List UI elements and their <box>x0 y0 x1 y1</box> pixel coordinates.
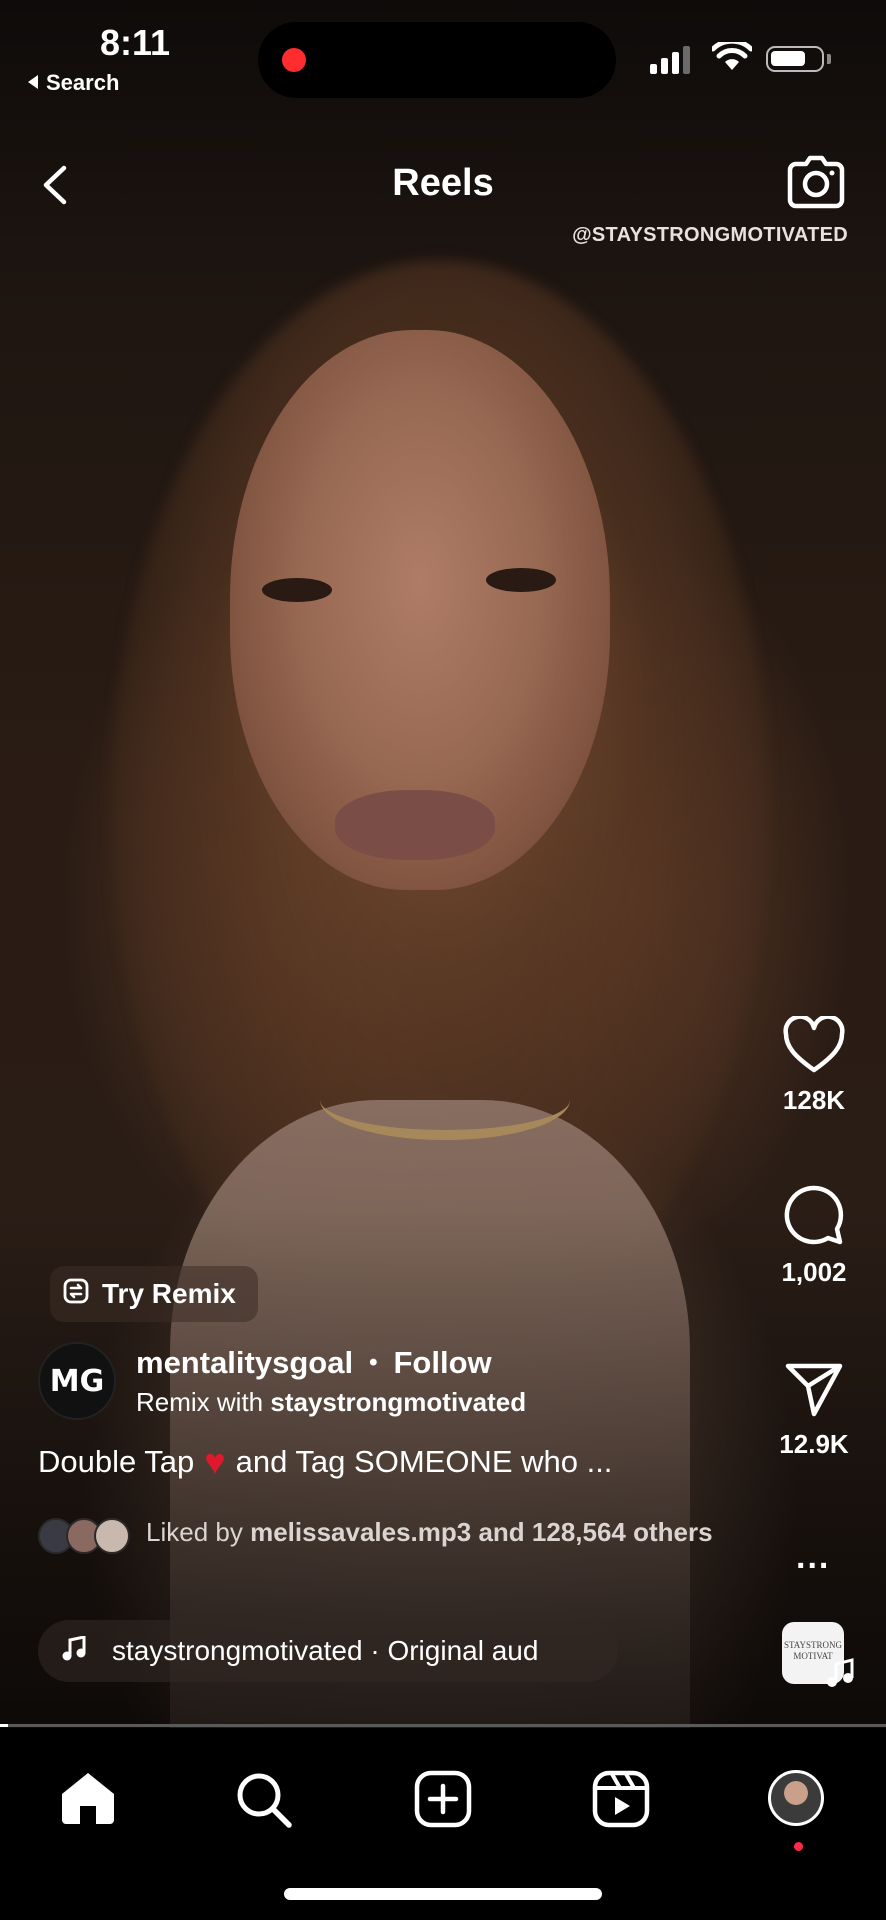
video-progress-bar[interactable] <box>0 1724 886 1727</box>
comment-action[interactable]: 1,002 <box>770 1184 858 1288</box>
send-icon[interactable] <box>770 1360 858 1423</box>
remix-icon <box>62 1277 90 1312</box>
liked-prefix: Liked by <box>146 1517 251 1547</box>
liker-avatars <box>38 1518 130 1554</box>
camera-button[interactable] <box>786 154 846 210</box>
comments-count: 1,002 <box>781 1257 847 1287</box>
post-caption[interactable]: Double Tap ♥ and Tag SOMEONE who ... <box>38 1444 612 1480</box>
battery-icon <box>766 46 824 72</box>
author-avatar[interactable]: MG <box>38 1342 116 1420</box>
back-to-app-link[interactable]: Search <box>26 70 119 96</box>
comment-icon[interactable] <box>770 1184 858 1251</box>
audio-track-label: staystrongmotivated · Original aud <box>112 1635 539 1666</box>
reels-screen: 8:11 Search Reels @STAYSTRONGMOTIVATED 1… <box>0 0 886 1920</box>
right-eye-shape <box>486 568 556 592</box>
author-username[interactable]: mentalitysgoal <box>136 1345 353 1381</box>
left-eye-shape <box>262 578 332 602</box>
status-time: 8:11 <box>100 22 171 63</box>
battery-tip <box>827 54 831 64</box>
recording-indicator-icon <box>282 48 306 72</box>
profile-avatar <box>768 1770 824 1826</box>
video-watermark: @STAYSTRONGMOTIVATED <box>572 224 848 246</box>
back-app-label: Search <box>46 70 120 95</box>
try-remix-label: Try Remix <box>102 1278 236 1309</box>
caption-end: and Tag SOMEONE who ... <box>235 1444 613 1479</box>
back-triangle-icon <box>26 70 40 96</box>
liked-user[interactable]: melissavales.mp3 <box>250 1517 471 1547</box>
lips-shape <box>335 790 495 860</box>
nav-create[interactable] <box>414 1770 478 1834</box>
nav-reels[interactable] <box>592 1770 656 1834</box>
music-note-icon <box>62 1634 86 1667</box>
nav-home[interactable] <box>58 1770 122 1834</box>
notification-dot <box>794 1842 803 1851</box>
nav-search[interactable] <box>234 1770 298 1834</box>
home-indicator <box>284 1888 602 1900</box>
cellular-signal-icon <box>650 46 690 74</box>
separator-dot: • <box>369 1348 378 1376</box>
share-action[interactable]: 12.9K <box>770 1360 858 1460</box>
create-icon <box>414 1770 472 1832</box>
liked-by-text: Liked by melissavales.mp3 and 128,564 ot… <box>146 1516 726 1549</box>
remix-source-user[interactable]: staystrongmotivated <box>270 1387 526 1417</box>
nav-profile[interactable] <box>768 1770 832 1851</box>
shares-count: 12.9K <box>779 1429 849 1459</box>
video-progress-fill <box>0 1724 8 1727</box>
follow-button[interactable]: Follow <box>393 1345 491 1381</box>
liker-avatar <box>94 1518 130 1554</box>
audio-track-pill[interactable]: staystrongmotivated · Original aud <box>38 1620 618 1682</box>
dynamic-island <box>258 22 616 98</box>
page-title: Reels <box>392 162 494 204</box>
remix-with-label: Remix with <box>136 1386 271 1417</box>
reels-icon <box>592 1770 650 1832</box>
heart-icon[interactable] <box>770 1014 858 1079</box>
caption-start: Double Tap <box>38 1444 195 1479</box>
more-options-button[interactable]: ... <box>796 1538 830 1577</box>
wifi-icon <box>710 38 754 77</box>
liked-by-row[interactable]: Liked by melissavales.mp3 and 128,564 ot… <box>38 1516 726 1554</box>
search-icon <box>234 1773 294 1834</box>
post-author-row: MG mentalitysgoal • Follow Remix with st… <box>38 1342 526 1420</box>
necklace-shape <box>320 1060 570 1140</box>
likes-count: 128K <box>782 1085 846 1115</box>
try-remix-button[interactable]: Try Remix <box>50 1266 258 1322</box>
home-icon <box>58 1773 118 1830</box>
liked-suffix: and 128,564 others <box>471 1517 713 1547</box>
author-meta: mentalitysgoal • Follow Remix with stays… <box>136 1345 526 1418</box>
music-note-icon <box>826 1658 854 1693</box>
bottom-navigation <box>0 1728 886 1920</box>
status-bar: 8:11 Search <box>0 0 886 110</box>
like-action[interactable]: 128K <box>770 1014 858 1116</box>
red-heart-emoji-icon: ♥ <box>204 1441 226 1482</box>
